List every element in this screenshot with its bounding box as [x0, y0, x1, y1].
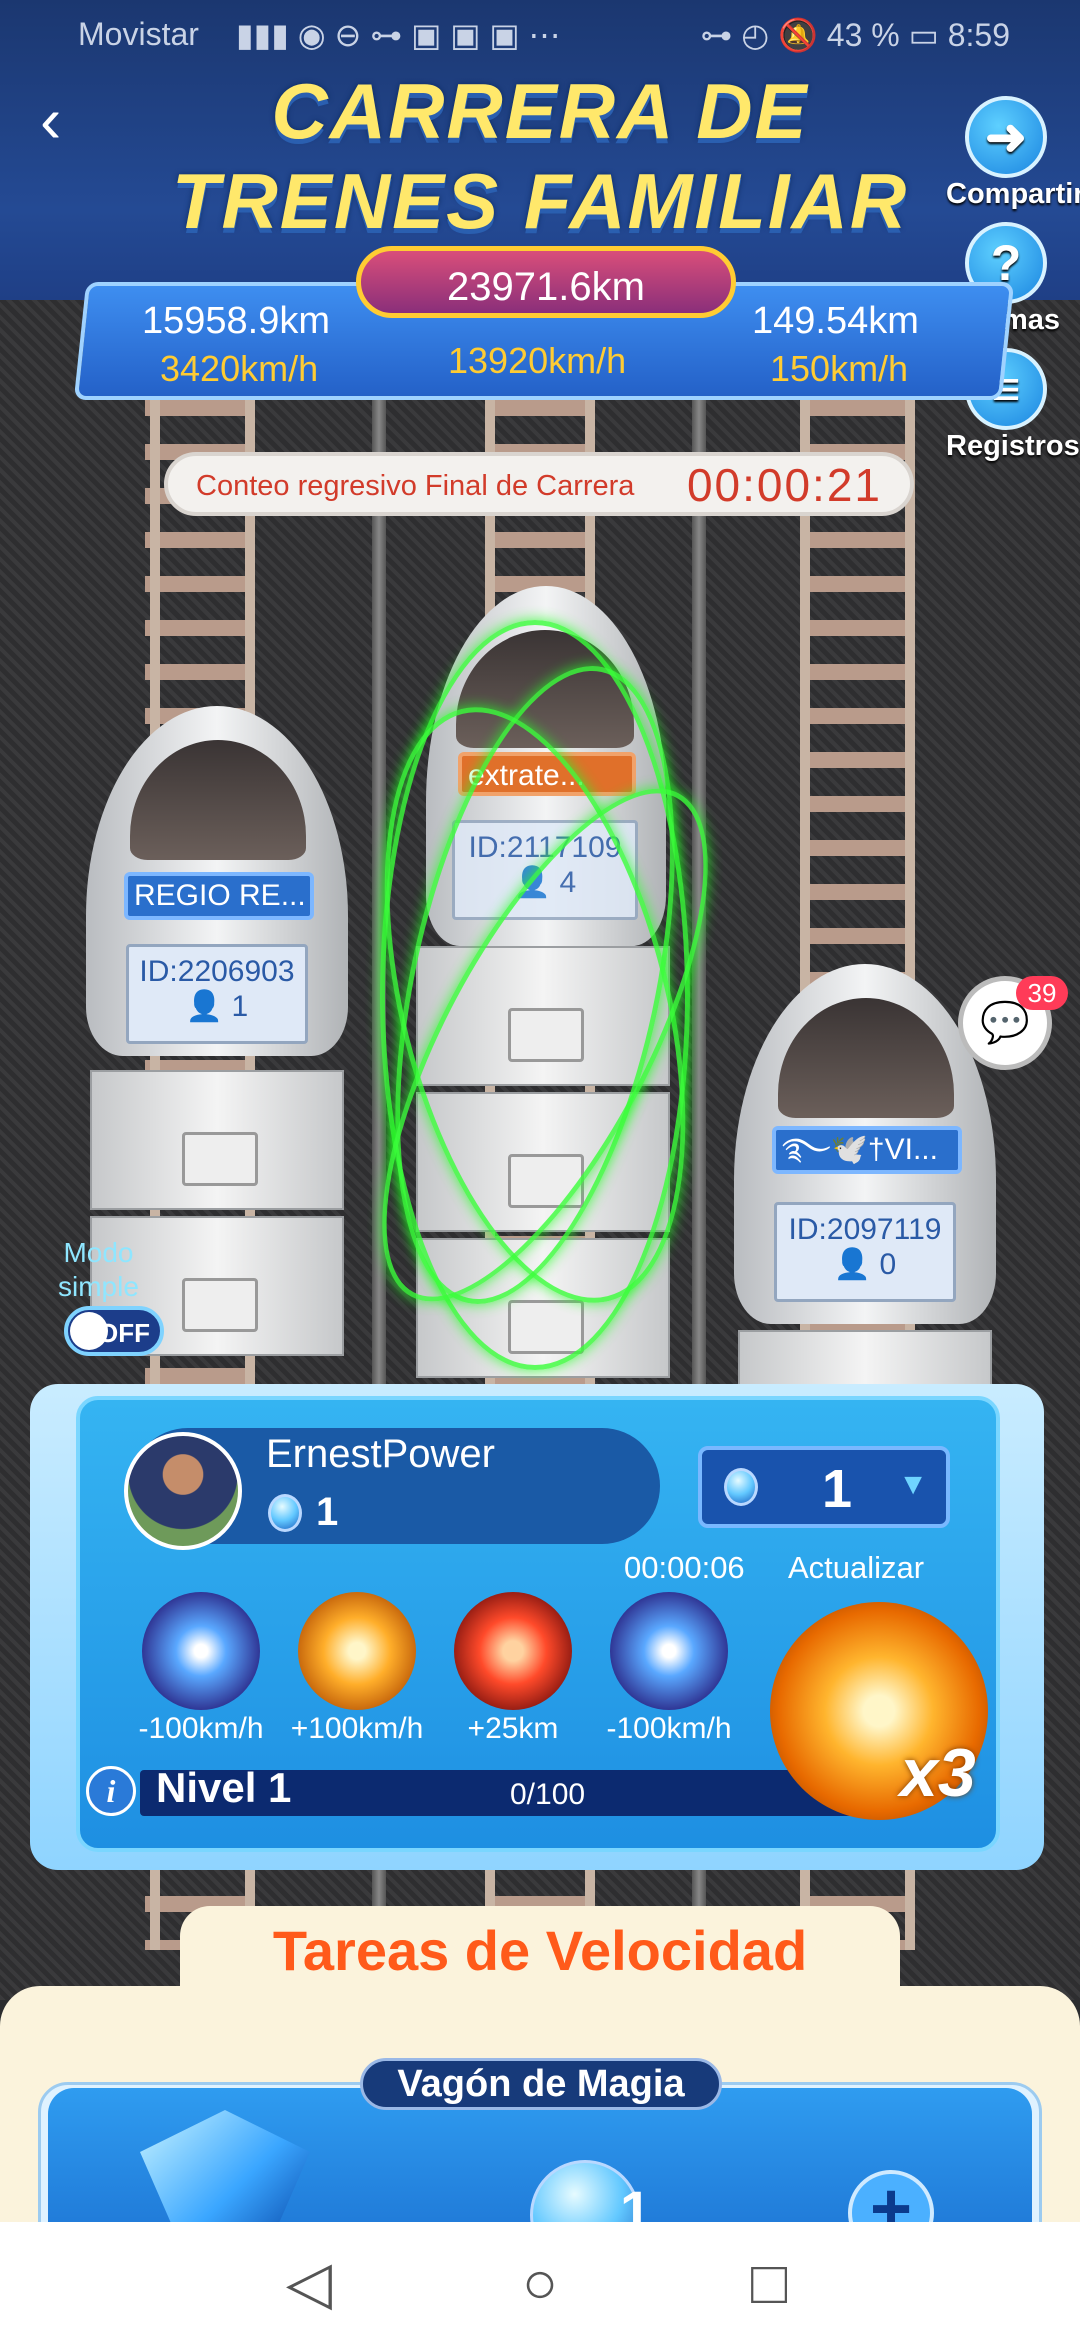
countdown-time: 00:00:21 [686, 459, 882, 511]
info-icon[interactable]: i [86, 1766, 136, 1816]
simple-mode-toggle[interactable]: OFF [64, 1306, 164, 1356]
signal-icons: ▮▮▮ ◉ ⊖ ⊶ ▣ ▣ ▣ ⋯ [236, 17, 561, 53]
nav-recents-button[interactable]: □ [734, 2248, 804, 2318]
battery-level: 43 % [826, 17, 900, 53]
countdown-bar: Conteo regresivo Final de Carrera 00:00:… [164, 452, 914, 516]
skill-label: -100km/h [606, 1712, 732, 1745]
gem-icon [268, 1494, 302, 1532]
selected-quantity: 1 [822, 1459, 853, 1519]
update-button[interactable]: Actualizar [788, 1550, 924, 1586]
status-bar: Movistar ▮▮▮ ◉ ⊖ ⊶ ▣ ▣ ▣ ⋯ ⊶ ◴ 🔕 43 % ▭ … [0, 0, 1080, 72]
battery-icon: ▭ [908, 17, 948, 53]
share-arrow-icon: ➜ [965, 96, 1047, 178]
right-speed: 150km/h [770, 348, 909, 389]
blue-star-burst-icon[interactable] [142, 1592, 260, 1710]
share-label: Compartir [946, 178, 1080, 210]
user-name: ErnestPower [266, 1432, 495, 1476]
train-id: ID:2206903 [139, 955, 295, 988]
avatar[interactable] [124, 1432, 242, 1550]
gem-quantity-select[interactable]: 1 ▼ [698, 1446, 950, 1528]
gem-icon [724, 1468, 758, 1506]
train-members: 👤 0 [777, 1247, 953, 1282]
nav-home-button[interactable]: ○ [505, 2248, 575, 2318]
skill-label: +25km [467, 1712, 559, 1745]
multiplier: x3 [900, 1735, 976, 1811]
carrier: Movistar [78, 16, 199, 52]
status-right: ⊶ ◴ 🔕 43 % ▭ 8:59 [700, 16, 1010, 54]
clock: 8:59 [947, 17, 1010, 53]
train-id-box: ID:2097119 👤 0 [774, 1202, 956, 1302]
countdown-label: Conteo regresivo Final de Carrera [196, 470, 635, 502]
simple-mode-label: Modo simple [58, 1236, 139, 1304]
level-label: Nivel 1 [156, 1764, 292, 1811]
red-spring-icon[interactable] [454, 1592, 572, 1710]
center-speed: 13920km/h [448, 340, 627, 381]
caret-down-icon: ▼ [898, 1468, 928, 1501]
chat-bubble-icon: 💬 [980, 1001, 1030, 1045]
square-recents-icon: □ [750, 2249, 788, 2316]
status-icons: ⊶ ◴ 🔕 [700, 17, 827, 53]
train-members: 👤 1 [129, 989, 305, 1024]
page-title-line1: CARRERA DE [271, 67, 809, 155]
train-id-box: ID:2206903 👤 1 [126, 944, 308, 1044]
members-count: 0 [879, 1248, 897, 1281]
skill-label: +100km/h [290, 1712, 424, 1745]
total-distance: 23971.6km [356, 246, 736, 318]
left-speed: 3420km/h [160, 348, 319, 389]
train-name: ࿐🕊️†VI... [772, 1126, 962, 1174]
refresh-timer: 00:00:06 [624, 1550, 745, 1585]
page-title-line2: TRENES FAMILIAR [171, 157, 909, 245]
train-id: ID:2097119 [788, 1213, 942, 1246]
chat-badge: 39 [1016, 976, 1068, 1010]
simple-mode-label-line1: Modo [63, 1237, 134, 1268]
share-button[interactable]: ➜ Compartir [946, 96, 1080, 211]
members-icon: 👤 [833, 1248, 872, 1281]
orange-fire-burst-icon[interactable] [298, 1592, 416, 1710]
right-distance: 149.54km [752, 300, 919, 342]
train-wagon [90, 1070, 344, 1210]
user-gem-count: 1 [316, 1490, 339, 1534]
records-label: Registros [946, 430, 1080, 462]
skill-label: -100km/h [138, 1712, 264, 1745]
left-distance: 15958.9km [142, 300, 331, 342]
tasks-title: Tareas de Velocidad [180, 1906, 900, 2000]
circle-home-icon: ○ [521, 2249, 559, 2316]
nav-back-button[interactable]: ◁ [274, 2248, 344, 2318]
triangle-back-icon: ◁ [285, 2249, 333, 2316]
level-progress-text: 0/100 [510, 1778, 586, 1811]
members-icon: 👤 [185, 990, 224, 1023]
toggle-state: OFF [98, 1318, 150, 1348]
members-count: 1 [231, 990, 249, 1023]
blue-star-burst-icon[interactable] [610, 1592, 728, 1710]
back-button[interactable]: ‹ [40, 88, 100, 152]
chevron-left-icon: ‹ [40, 84, 62, 156]
magic-wagon-label: Vagón de Magia [360, 2058, 722, 2110]
train-name: REGIO RE... [124, 872, 314, 920]
simple-mode-label-line2: simple [58, 1271, 139, 1302]
